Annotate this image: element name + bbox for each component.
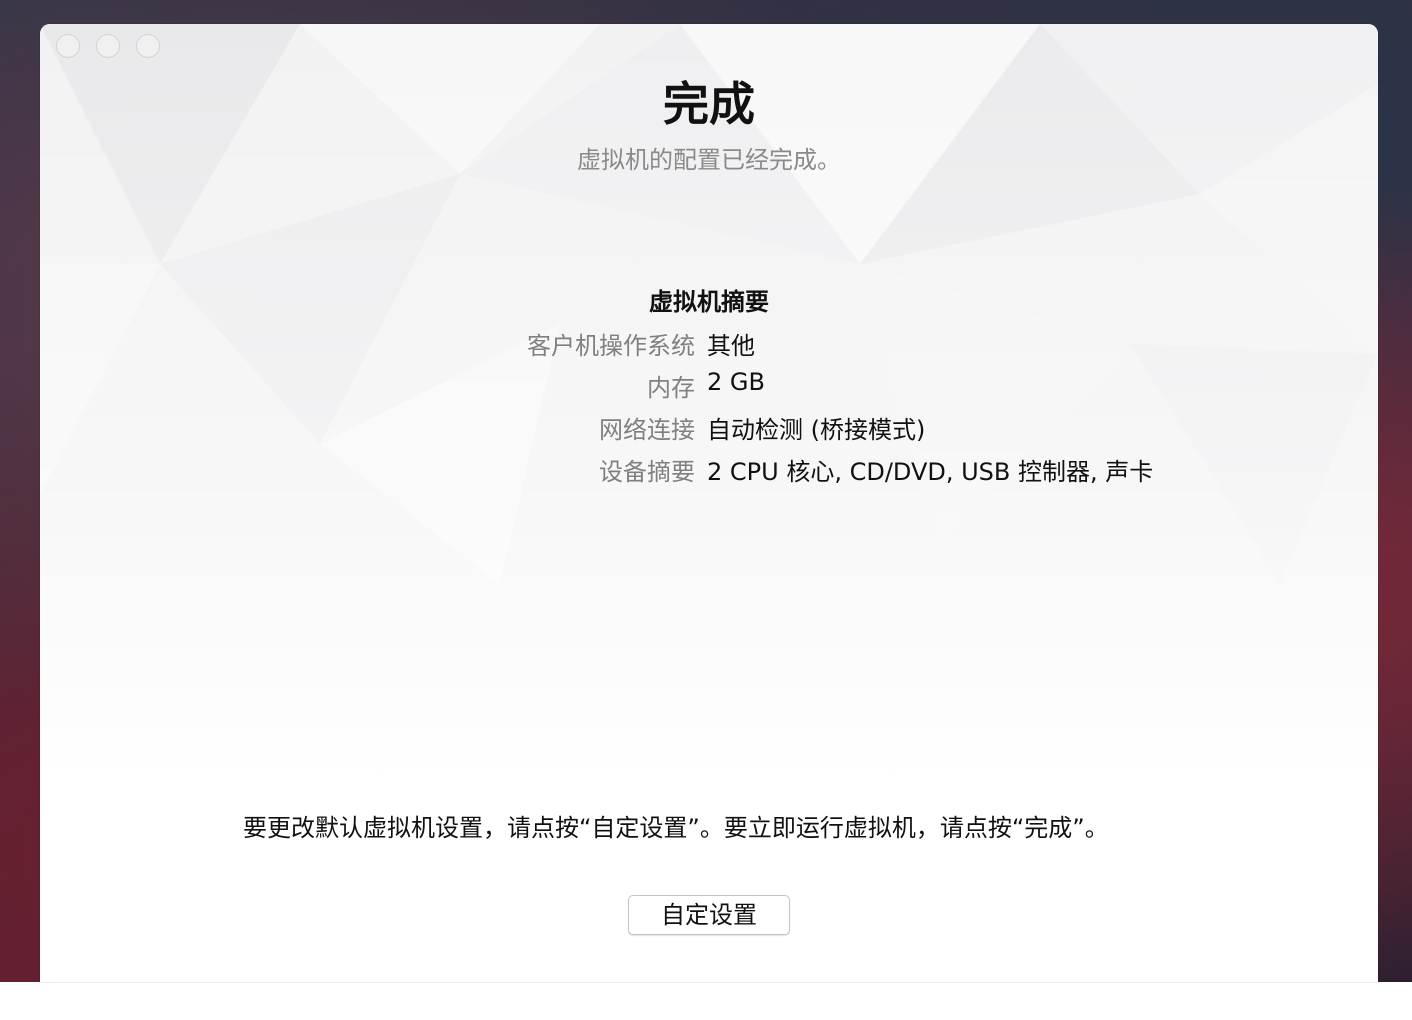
page-subtitle: 虚拟机的配置已经完成。 (577, 146, 841, 174)
summary-row-label: 设备摘要 (599, 458, 695, 486)
zoom-window-button[interactable] (136, 34, 160, 58)
summary-row-value: 其他 (707, 332, 755, 360)
summary-row-network: 网络连接 自动检测 (桥接模式) (40, 410, 1378, 444)
instructions-text: 要更改默认虚拟机设置，请点按“自定设置”。要立即运行虚拟机，请点按“完成”。 (243, 814, 1109, 842)
summary-row-value: 2 CPU 核心, CD/DVD, USB 控制器, 声卡 (707, 458, 1154, 486)
summary-row-label: 内存 (647, 374, 695, 402)
summary-row-guest-os: 客户机操作系统 其他 (40, 326, 1378, 360)
summary-row-memory: 内存 2 GB (40, 368, 1378, 402)
customize-settings-button[interactable]: 自定设置 (628, 895, 790, 935)
summary-row-devices: 设备摘要 2 CPU 核心, CD/DVD, USB 控制器, 声卡 (40, 452, 1378, 486)
summary-row-value: 2 GB (707, 368, 765, 396)
summary-row-label: 客户机操作系统 (527, 332, 695, 360)
page-title: 完成 (663, 77, 755, 131)
close-window-button[interactable] (56, 34, 80, 58)
finish-dialog-window: 完成 虚拟机的配置已经完成。 虚拟机摘要 客户机操作系统 其他 内存 2 GB … (40, 24, 1378, 982)
summary-row-label: 网络连接 (599, 416, 695, 444)
summary-heading: 虚拟机摘要 (649, 288, 769, 316)
summary-row-value: 自动检测 (桥接模式) (707, 416, 926, 444)
minimize-window-button[interactable] (96, 34, 120, 58)
bottom-strip (0, 982, 1412, 1020)
background-pattern (40, 24, 1378, 784)
